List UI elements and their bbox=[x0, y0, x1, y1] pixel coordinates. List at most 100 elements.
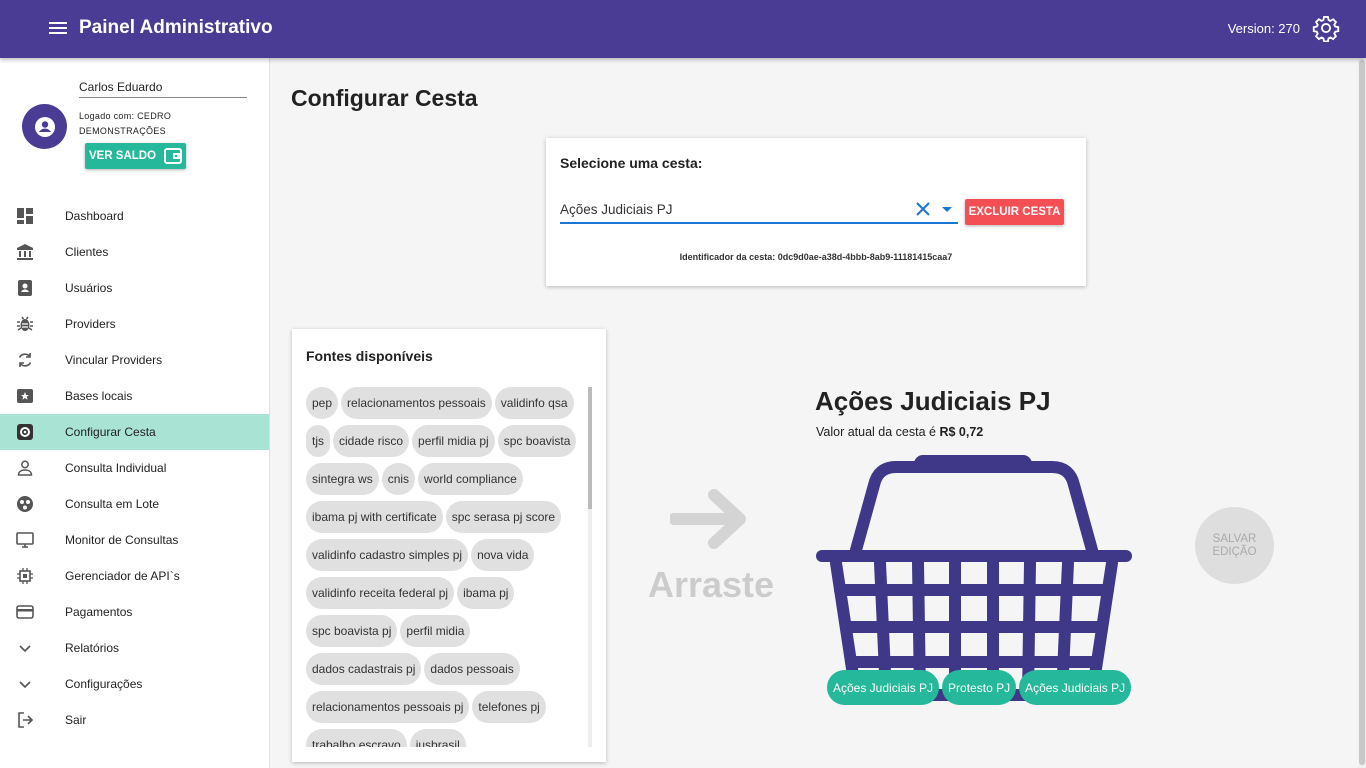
basket-value-prefix: Valor atual da cesta é bbox=[816, 425, 940, 439]
source-chip[interactable]: validinfo cadastro simples pj bbox=[306, 539, 469, 571]
sidebar-item-label: Consulta em Lote bbox=[65, 497, 160, 511]
sidebar-item-gerenciador-de-api-s[interactable]: Gerenciador de API`s bbox=[0, 558, 269, 594]
sidebar-item-label: Sair bbox=[65, 713, 87, 727]
logged-info: Logado com: CEDRO DEMONSTRAÇÕES bbox=[79, 109, 171, 139]
sidebar-item-sair[interactable]: Sair bbox=[0, 702, 269, 738]
sidebar-item-label: Bases locais bbox=[65, 389, 133, 403]
source-chip[interactable]: sintegra ws bbox=[306, 463, 379, 495]
sidebar-item-label: Pagamentos bbox=[65, 605, 133, 619]
sidebar-item-consulta-em-lote[interactable]: Consulta em Lote bbox=[0, 486, 269, 522]
user-name: Carlos Eduardo bbox=[79, 80, 247, 98]
salvar-label-2: EDIÇÃO bbox=[1212, 545, 1257, 558]
source-chip[interactable]: telefones pj bbox=[472, 691, 546, 723]
source-chip[interactable]: spc boavista bbox=[497, 425, 577, 457]
app-title: Painel Administrativo bbox=[79, 17, 273, 38]
gear-icon[interactable] bbox=[1312, 14, 1340, 42]
sidebar-item-label: Relatórios bbox=[65, 641, 120, 655]
salvar-edicao-button[interactable]: SALVAR EDIÇÃO bbox=[1195, 507, 1274, 584]
source-chip[interactable]: trabalho escravo bbox=[306, 729, 407, 747]
star-box-icon bbox=[15, 386, 35, 406]
drag-hint: Arraste bbox=[648, 564, 775, 605]
source-chip[interactable]: cidade risco bbox=[333, 425, 410, 457]
source-chip[interactable]: perfil midia pj bbox=[412, 425, 495, 457]
avatar bbox=[22, 104, 67, 149]
version-label: Version: 270 bbox=[1227, 21, 1300, 36]
sidebar-item-vincular-providers[interactable]: Vincular Providers bbox=[0, 342, 269, 378]
close-icon[interactable] bbox=[914, 200, 932, 218]
available-sources-card: Fontes disponíveis pep relacionamentos pe… bbox=[292, 329, 606, 762]
source-chip[interactable]: nova vida bbox=[471, 539, 535, 571]
basket-select[interactable] bbox=[560, 196, 958, 224]
salvar-label-1: SALVAR bbox=[1212, 532, 1257, 545]
excluir-cesta-button[interactable]: EXCLUIR CESTA bbox=[965, 199, 1064, 225]
wallet-icon bbox=[164, 148, 183, 164]
source-chip[interactable]: spc boavista pj bbox=[306, 615, 398, 647]
sidebar-item-label: Usuários bbox=[65, 281, 113, 295]
source-chip[interactable]: ibama pj with certificate bbox=[306, 501, 443, 533]
basket-select-input[interactable] bbox=[560, 201, 914, 217]
sidebar-item-relatorios[interactable]: Relatórios bbox=[0, 630, 269, 666]
source-chip[interactable]: jusbrasil bbox=[409, 729, 466, 747]
source-chip[interactable]: validinfo qsa bbox=[494, 387, 574, 419]
source-chip[interactable]: relacionamentos pessoais pj bbox=[306, 691, 470, 723]
contact-icon bbox=[15, 278, 35, 298]
basket-value-amount: R$ 0,72 bbox=[939, 425, 984, 439]
sidebar-item-clientes[interactable]: Clientes bbox=[0, 234, 269, 270]
account-icon bbox=[34, 116, 55, 137]
menu-icon[interactable] bbox=[46, 19, 70, 39]
person-icon bbox=[15, 458, 35, 478]
sidebar-item-providers[interactable]: Providers bbox=[0, 306, 269, 342]
source-chip[interactable]: dados cadastrais pj bbox=[306, 653, 422, 685]
sidebar-item-dashboard[interactable]: Dashboard bbox=[0, 198, 269, 234]
cog-box-icon bbox=[15, 422, 35, 442]
sync-icon bbox=[15, 350, 35, 370]
credit-card-icon bbox=[15, 602, 35, 622]
basket-item-chip[interactable]: Ações Judiciais PJ bbox=[827, 670, 940, 705]
dropdown-icon[interactable] bbox=[940, 202, 954, 216]
chevron-down-icon bbox=[15, 638, 35, 658]
page-title: Configurar Cesta bbox=[291, 85, 478, 111]
sidebar-item-consulta-individual[interactable]: Consulta Individual bbox=[0, 450, 269, 486]
source-chip[interactable]: dados pessoais bbox=[424, 653, 520, 685]
source-chip[interactable]: spc serasa pj score bbox=[445, 501, 562, 533]
sidebar-item-label: Gerenciador de API`s bbox=[65, 569, 180, 583]
sidebar-item-label: Consulta Individual bbox=[65, 461, 167, 475]
source-chip[interactable]: perfil midia bbox=[400, 615, 471, 647]
dashboard-icon bbox=[15, 206, 35, 226]
source-chip[interactable]: cnis bbox=[381, 463, 416, 495]
app-bar: Painel Administrativo Version: 270 bbox=[0, 0, 1366, 58]
monitor-icon bbox=[15, 530, 35, 550]
source-chip[interactable]: validinfo receita federal pj bbox=[306, 577, 455, 609]
select-basket-label: Selecione uma cesta: bbox=[560, 155, 703, 171]
source-chip[interactable]: relacionamentos pessoais bbox=[341, 387, 492, 419]
sidebar-item-usuarios[interactable]: Usuários bbox=[0, 270, 269, 306]
logout-icon bbox=[15, 710, 35, 730]
sidebar-item-bases-locais[interactable]: Bases locais bbox=[0, 378, 269, 414]
bug-icon bbox=[15, 314, 35, 334]
source-chip[interactable]: ibama pj bbox=[457, 577, 515, 609]
select-basket-card: Selecione uma cesta: EXCLUIR CESTA Ident… bbox=[546, 138, 1086, 286]
basket-item-chip[interactable]: Protesto PJ bbox=[942, 670, 1017, 705]
basket-item-chip[interactable]: Ações Judiciais PJ bbox=[1019, 670, 1132, 705]
source-chip[interactable]: world compliance bbox=[418, 463, 523, 495]
sidebar-item-pagamentos[interactable]: Pagamentos bbox=[0, 594, 269, 630]
sidebar-item-label: Clientes bbox=[65, 245, 109, 259]
sidebar-item-monitor-de-consultas[interactable]: Monitor de Consultas bbox=[0, 522, 269, 558]
sidebar-item-label: Monitor de Consultas bbox=[65, 533, 179, 547]
basket-items: Ações Judiciais PJ Protesto PJ Ações Judic… bbox=[827, 670, 1132, 705]
arrow-right-icon bbox=[670, 489, 746, 549]
source-chip[interactable]: pep bbox=[306, 387, 339, 419]
page-scrollbar[interactable] bbox=[1358, 58, 1366, 768]
bank-icon bbox=[15, 242, 35, 262]
available-sources-title: Fontes disponíveis bbox=[306, 348, 433, 364]
sidebar-item-label: Configurações bbox=[65, 677, 143, 691]
sidebar: Carlos Eduardo Logado com: CEDRO DEMONST… bbox=[0, 58, 270, 768]
ver-saldo-button[interactable]: VER SALDO bbox=[85, 143, 186, 169]
source-chip[interactable]: tjs bbox=[306, 425, 330, 457]
sidebar-item-configurar-cesta[interactable]: Configurar Cesta bbox=[0, 414, 269, 450]
basket-title: Ações Judiciais PJ bbox=[815, 386, 1051, 416]
sidebar-item-configuracoes[interactable]: Configurações bbox=[0, 666, 269, 702]
group-icon bbox=[15, 494, 35, 514]
basket-value: Valor atual da cesta é R$ 0,72 bbox=[816, 425, 983, 439]
sources-scrollbar[interactable] bbox=[588, 387, 592, 747]
